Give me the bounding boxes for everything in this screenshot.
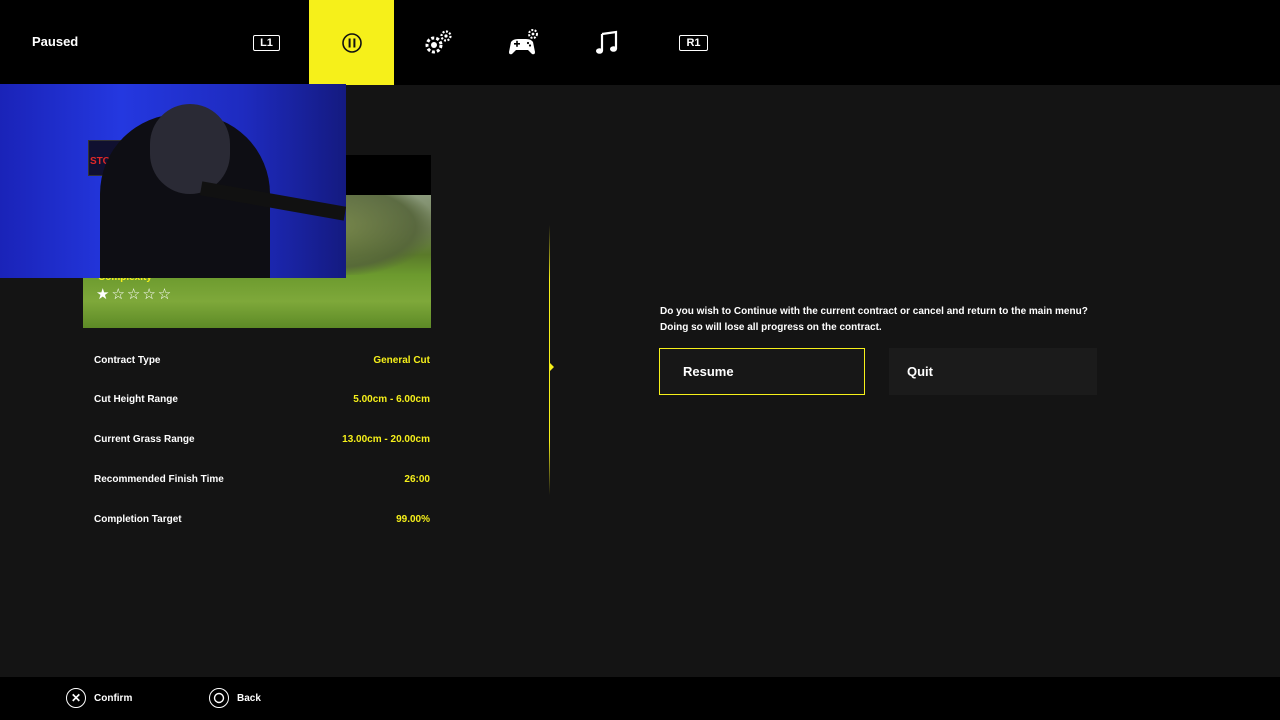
detail-row-finish-time: Recommended Finish Time 26:00 [94, 474, 430, 490]
back-hint[interactable]: Back [209, 688, 261, 708]
complexity-stars: ★☆☆☆☆ [96, 286, 174, 303]
l1-button-glyph: L1 [253, 34, 280, 51]
tab-audio[interactable] [565, 0, 650, 85]
detail-row-completion-target: Completion Target 99.00% [94, 514, 430, 530]
resume-button[interactable]: Resume [659, 348, 865, 395]
detail-value: 26:00 [404, 474, 430, 485]
tab-l1[interactable]: L1 [224, 0, 309, 85]
dialog-line-1: Do you wish to Continue with the current… [660, 306, 1088, 317]
panel-divider [549, 225, 550, 495]
streamer-head [150, 104, 230, 194]
detail-row-cut-height: Cut Height Range 5.00cm - 6.00cm [94, 394, 430, 410]
quit-button[interactable]: Quit [889, 348, 1097, 395]
detail-label: Current Grass Range [94, 434, 195, 445]
pause-icon [341, 32, 362, 53]
detail-row-contract-type: Contract Type General Cut [94, 355, 430, 371]
gamepad-settings-icon [508, 28, 538, 54]
top-bar: Paused L1 R1 [0, 0, 1280, 85]
detail-label: Completion Target [94, 514, 182, 525]
r1-button-glyph: R1 [679, 34, 708, 51]
dialog-line-2: Doing so will lose all progress on the c… [660, 322, 882, 333]
detail-value: 5.00cm - 6.00cm [353, 394, 430, 405]
gears-icon [425, 29, 452, 53]
back-label: Back [237, 692, 261, 704]
dialog-message: Do you wish to Continue with the current… [660, 304, 1088, 336]
detail-label: Contract Type [94, 355, 161, 366]
detail-label: Recommended Finish Time [94, 474, 224, 485]
webcam-overlay: STONED [0, 84, 346, 278]
bottom-bar [0, 677, 1280, 720]
detail-label: Cut Height Range [94, 394, 178, 405]
confirm-label: Confirm [94, 692, 133, 704]
cross-button-icon: ✕ [66, 688, 86, 708]
confirm-hint[interactable]: ✕ Confirm [66, 688, 132, 708]
detail-row-grass-range: Current Grass Range 13.00cm - 20.00cm [94, 434, 430, 450]
detail-value: 99.00% [396, 514, 430, 525]
tab-pause[interactable] [309, 0, 394, 85]
detail-value: General Cut [373, 355, 430, 366]
tab-settings[interactable] [395, 0, 480, 85]
page-title: Paused [32, 34, 79, 49]
tab-controls[interactable] [480, 0, 565, 85]
divider-marker [549, 362, 554, 372]
circle-button-icon [209, 688, 229, 708]
tab-r1[interactable]: R1 [651, 0, 736, 85]
detail-value: 13.00cm - 20.00cm [342, 434, 430, 445]
music-note-icon [595, 30, 617, 54]
